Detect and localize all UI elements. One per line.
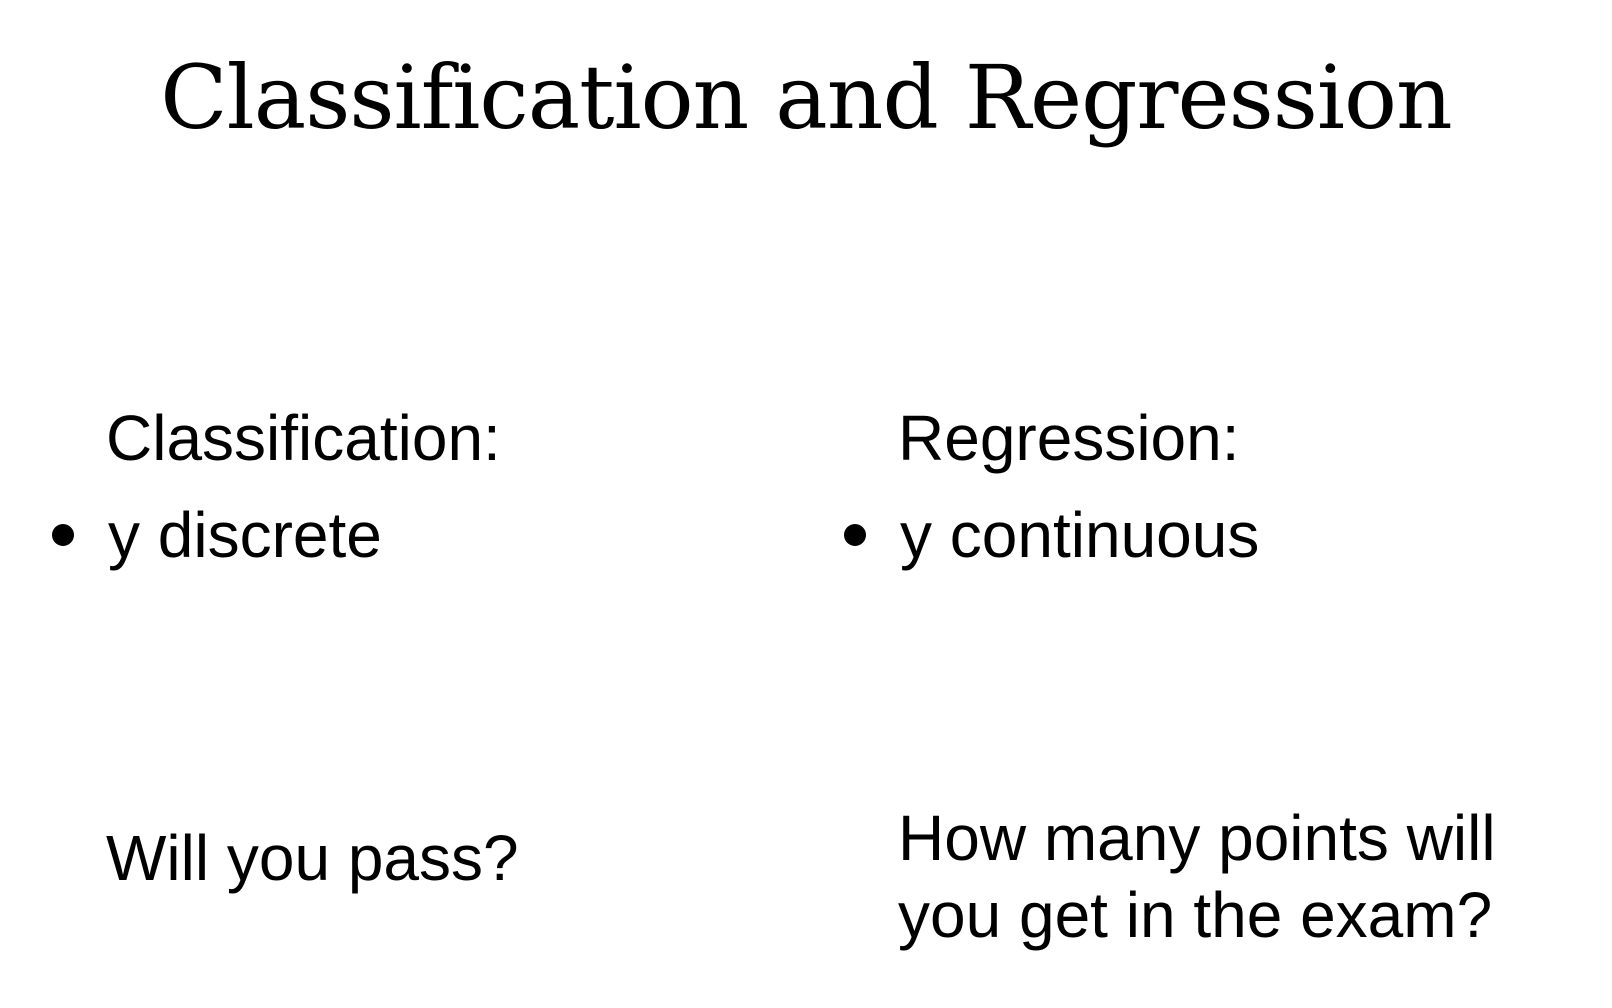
- regression-heading: Regression:: [898, 402, 1240, 474]
- regression-column: Regression: y continuous How many points…: [832, 400, 1552, 951]
- slide-title: Classification and Regression: [160, 46, 1452, 149]
- classification-question: Will you pass?: [106, 822, 519, 894]
- regression-bullet-item: y continuous: [832, 497, 1552, 574]
- regression-question: How many points will you get in the exam…: [898, 802, 1496, 951]
- classification-column: Classification: y discrete Will you pass…: [40, 400, 760, 894]
- bullet-icon: [844, 524, 866, 547]
- classification-heading: Classification:: [106, 402, 501, 474]
- bullet-icon: [52, 524, 74, 547]
- slide: Classification and Regression Classifica…: [0, 0, 1612, 1008]
- classification-bullet-text: y discrete: [108, 498, 382, 571]
- regression-bullet-text: y continuous: [900, 498, 1260, 571]
- classification-bullet-item: y discrete: [40, 497, 760, 574]
